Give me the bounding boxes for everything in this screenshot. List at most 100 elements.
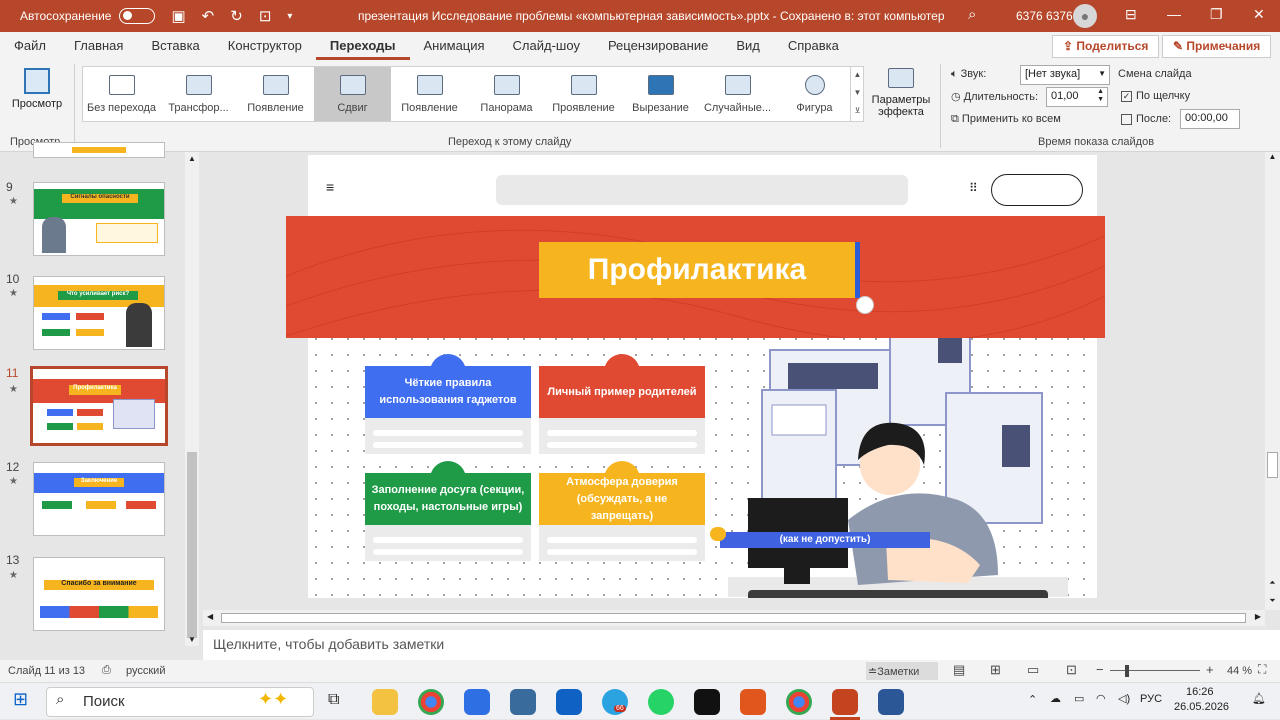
transition-appear[interactable]: Появление [237, 67, 314, 121]
language-label[interactable]: русский [126, 665, 165, 677]
telegram-icon[interactable]: 66 [602, 689, 628, 715]
duration-input[interactable]: 01,00 ▲ ▼ [1046, 87, 1108, 107]
slide-thumbnail-10[interactable]: Что усиливает риск? [33, 276, 165, 350]
tray-chevron-icon[interactable]: ⌃ [1028, 693, 1037, 706]
after-checkbox[interactable] [1121, 113, 1132, 125]
transition-none[interactable]: Без перехода [83, 67, 160, 121]
file-explorer-icon[interactable] [372, 689, 398, 715]
tab-insert[interactable]: Вставка [137, 32, 213, 60]
close-icon[interactable]: ✕ [1253, 6, 1265, 23]
share-button[interactable]: ⇪ Поделиться [1052, 35, 1160, 58]
input-language[interactable]: РУС [1140, 693, 1162, 705]
gallery-up-icon[interactable]: ▲ [851, 66, 864, 84]
notes-pane[interactable]: Щелкните, чтобы добавить заметки [203, 630, 1280, 660]
apply-all-button[interactable]: ⧉ Применить ко всем [951, 113, 1061, 126]
chrome-icon[interactable] [418, 689, 444, 715]
tab-help[interactable]: Справка [774, 32, 853, 60]
sublime-icon[interactable] [740, 689, 766, 715]
gallery-scroll[interactable]: ▲ ▼ ⊻ [850, 66, 864, 122]
save-icon[interactable]: ▣ [171, 7, 185, 25]
slide-title[interactable]: Профилактика [539, 242, 855, 298]
battery-icon[interactable]: ▭ [1074, 692, 1084, 705]
ribbon-display-icon[interactable]: ⊟ [1125, 6, 1137, 23]
scroll-left-icon[interactable]: ◀ [207, 612, 213, 621]
previous-slide-icon[interactable]: ⏶ [1265, 578, 1280, 588]
gallery-more-icon[interactable]: ⊻ [851, 102, 864, 120]
tab-review[interactable]: Рецензирование [594, 32, 722, 60]
fit-slide-icon[interactable]: ⛶ [1258, 662, 1266, 677]
caption-label[interactable]: (как не допустить) [720, 532, 930, 548]
zoom-slider[interactable] [1110, 670, 1200, 671]
slideshow-icon[interactable]: ⊡ [1066, 662, 1077, 678]
scroll-thumb[interactable] [221, 613, 1246, 623]
zoom-out-icon[interactable]: − [1096, 662, 1104, 677]
volume-icon[interactable]: ◁) [1118, 692, 1130, 705]
editor-vertical-scrollbar[interactable]: ▲ ⏶ ⏷ [1265, 152, 1280, 610]
next-slide-icon[interactable]: ⏷ [1265, 596, 1280, 606]
customize-qat-icon[interactable]: ▾ [287, 11, 292, 22]
sound-select[interactable]: [Нет звука] ▼ [1020, 65, 1110, 85]
user-name[interactable]: 6376 6376 [1016, 9, 1073, 23]
app-icon[interactable] [694, 689, 720, 715]
tab-animations[interactable]: Анимация [410, 32, 499, 60]
transition-shape[interactable]: Фигура [776, 67, 853, 121]
transition-push[interactable]: Сдвиг [314, 67, 391, 121]
windows-start-icon[interactable]: ⊞ [13, 689, 28, 710]
task-view-icon[interactable]: ⧉ [328, 691, 339, 709]
whatsapp-icon[interactable] [648, 689, 674, 715]
zoom-slider-thumb[interactable] [1125, 665, 1129, 677]
powerpoint-icon[interactable] [832, 689, 858, 715]
tab-view[interactable]: Вид [722, 32, 774, 60]
on-click-checkbox[interactable]: ✓ [1121, 90, 1132, 102]
autosave-toggle[interactable] [119, 8, 156, 24]
present-icon[interactable]: ⊡ [259, 7, 272, 25]
tab-transitions[interactable]: Переходы [315, 32, 410, 60]
normal-view-icon[interactable]: ▤ [953, 662, 965, 678]
scroll-right-icon[interactable]: ▶ [1255, 612, 1261, 621]
slide-thumbnail-11[interactable]: Профилактика [30, 366, 168, 446]
search-icon[interactable]: ⌕ [968, 6, 976, 23]
store-icon[interactable] [464, 689, 490, 715]
minimize-icon[interactable]: — [1167, 6, 1181, 22]
editor-horizontal-scrollbar[interactable]: ◀ ▶ [203, 610, 1265, 626]
reading-view-icon[interactable]: ▭ [1027, 662, 1039, 678]
tray-app-icon[interactable]: ☁ [1050, 692, 1061, 705]
transition-cut[interactable]: Вырезание [622, 67, 699, 121]
wifi-icon[interactable]: ◠ [1096, 692, 1106, 705]
word-icon[interactable] [878, 689, 904, 715]
effect-options-button[interactable]: Параметры эффекта [870, 68, 932, 118]
chrome-icon[interactable] [786, 689, 812, 715]
undo-icon[interactable]: ↶ [202, 7, 215, 25]
zoom-in-icon[interactable]: + [1206, 662, 1214, 677]
transition-wipe[interactable]: Появление [391, 67, 468, 121]
tab-file[interactable]: Файл [0, 32, 60, 60]
slide-thumbnail-8[interactable] [33, 142, 165, 158]
notes-toggle-button[interactable]: ≐Заметки [866, 662, 938, 680]
scroll-thumb[interactable] [187, 452, 197, 638]
restore-icon[interactable]: ❐ [1210, 6, 1223, 23]
notifications-icon[interactable]: 🔔︎ [1252, 692, 1266, 705]
redo-icon[interactable]: ↻ [230, 7, 243, 25]
scroll-up-icon[interactable]: ▲ [185, 154, 199, 163]
transition-pan[interactable]: Панорама [468, 67, 545, 121]
scroll-thumb[interactable] [1267, 452, 1278, 478]
spinner-icon[interactable]: ▲ ▼ [1097, 88, 1104, 104]
scroll-up-icon[interactable]: ▲ [1265, 152, 1280, 161]
card-parents[interactable]: Личный пример родителей [539, 366, 705, 418]
card-trust[interactable]: Атмосфера доверия (обсуждать, а не запре… [539, 473, 705, 525]
scroll-down-icon[interactable]: ▼ [185, 635, 199, 644]
comments-button[interactable]: ✎ Примечания [1162, 35, 1272, 58]
zoom-level[interactable]: 44 % [1227, 665, 1252, 677]
thumbnail-scrollbar[interactable]: ▲ ▼ [185, 152, 199, 646]
tab-slideshow[interactable]: Слайд-шоу [499, 32, 594, 60]
card-leisure[interactable]: Заполнение досуга (секции, походы, насто… [365, 473, 531, 525]
gallery-down-icon[interactable]: ▼ [851, 84, 864, 102]
transition-fade[interactable]: Проявление [545, 67, 622, 121]
card-rules[interactable]: Чёткие правила использования гаджетов [365, 366, 531, 418]
avatar[interactable]: ● [1073, 4, 1097, 28]
tab-home[interactable]: Главная [60, 32, 137, 60]
transition-random-bars[interactable]: Случайные... [699, 67, 776, 121]
outlook-icon[interactable] [556, 689, 582, 715]
after-input[interactable]: 00:00,00 [1180, 109, 1240, 129]
slide-thumbnail-13[interactable]: Спасибо за внимание [33, 557, 165, 631]
